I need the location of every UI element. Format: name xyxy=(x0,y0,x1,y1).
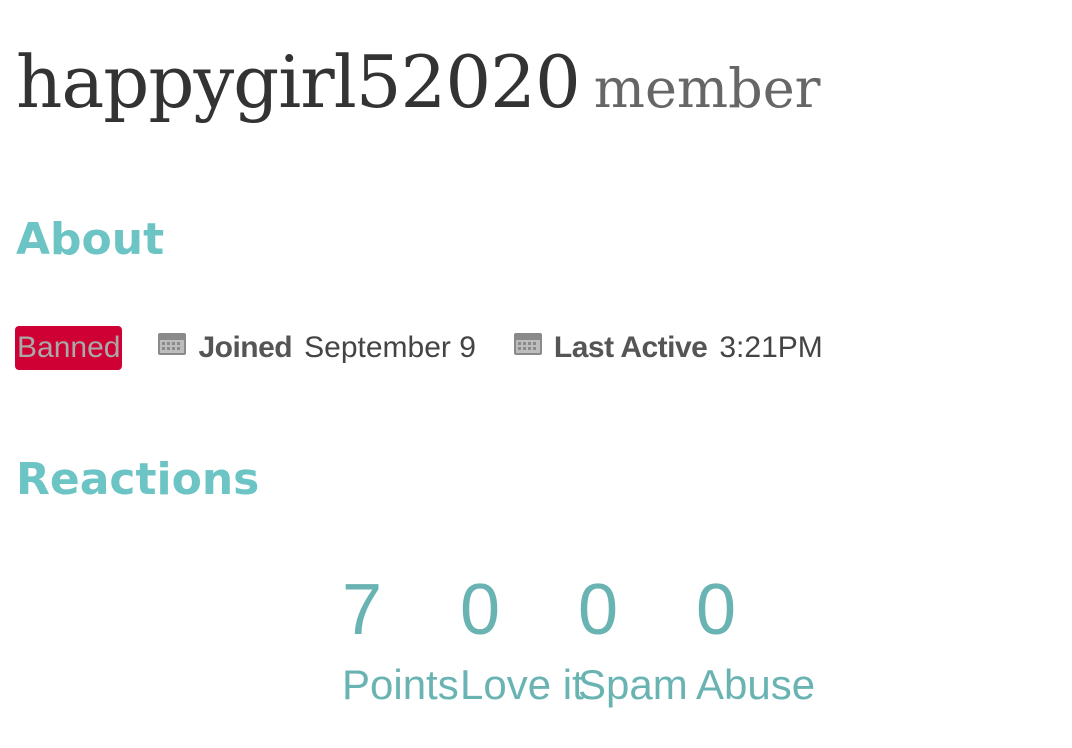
banned-badge: Banned xyxy=(15,326,123,370)
reaction-stats: 7 Points 0 Love it 0 Spam 0 Abuse xyxy=(342,568,816,718)
last-active-value: 3:21PM xyxy=(719,331,823,364)
calendar-icon xyxy=(513,333,542,355)
stat-abuse-label: Abuse xyxy=(696,661,816,708)
reactions-heading: Reactions xyxy=(16,454,260,505)
stat-points: 7 Points xyxy=(342,568,460,718)
stat-spam-value: 0 xyxy=(578,570,619,650)
stat-spam-label: Spam xyxy=(578,661,688,708)
stat-love-it-label: Love it xyxy=(460,661,584,708)
last-active-item: Last Active 3:21PM xyxy=(513,331,823,365)
joined-value: September 9 xyxy=(304,331,476,364)
profile-role: member xyxy=(593,57,821,120)
joined-label: Joined xyxy=(198,331,293,364)
stat-abuse-value: 0 xyxy=(696,570,737,650)
profile-header: happygirl52020 member xyxy=(16,40,820,124)
last-active-label: Last Active xyxy=(553,331,708,364)
about-meta-row: Banned Joined September 9 Last Active 3:… xyxy=(15,326,823,370)
joined-item: Joined September 9 xyxy=(158,331,476,365)
calendar-icon xyxy=(158,333,187,355)
stat-points-value: 7 xyxy=(342,570,383,650)
about-heading: About xyxy=(16,214,165,265)
stat-spam: 0 Spam xyxy=(578,568,696,718)
stat-love-it: 0 Love it xyxy=(460,568,584,718)
profile-username: happygirl52020 xyxy=(16,40,581,124)
stat-love-it-value: 0 xyxy=(460,570,501,650)
stat-points-label: Points xyxy=(342,661,459,708)
stat-abuse: 0 Abuse xyxy=(696,568,816,718)
